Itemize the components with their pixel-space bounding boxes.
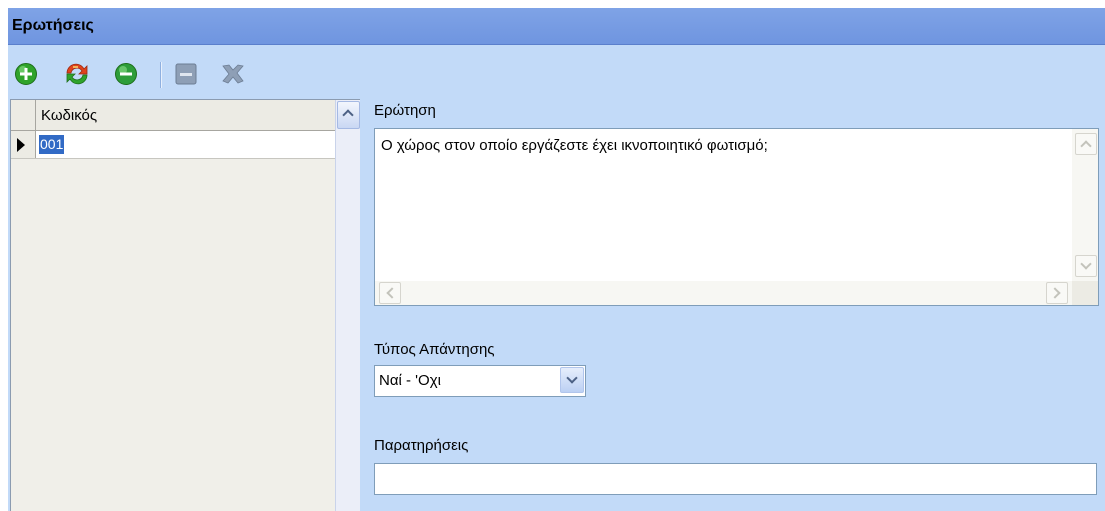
answer-type-select[interactable]: Ναί - 'Οχι [374,365,586,397]
remove-button[interactable] [114,62,138,86]
question-scroll-left-button[interactable] [379,282,401,304]
remove-icon [115,63,137,85]
answer-type-value: Ναί - 'Οχι [379,372,441,389]
notes-label: Παρατηρήσεις [374,437,469,454]
grid-vertical-scrollbar[interactable] [335,100,360,511]
scrollbar-corner [1072,281,1098,305]
grid-scroll-up-button[interactable] [337,101,360,129]
code-cell[interactable]: 001 [39,135,65,154]
save-button[interactable] [174,62,198,86]
questions-window: Ερωτήσεις Κωδικός 001 Ερώτηση Ο χώρος στ… [8,8,1105,511]
questions-grid: Κωδικός 001 [10,99,360,511]
window-title: Ερωτήσεις [12,17,94,34]
question-scroll-down-button[interactable] [1075,255,1097,277]
question-textarea[interactable]: Ο χώρος στον οποίο εργάζεστε έχει ικνοπο… [374,128,1099,306]
notes-input[interactable] [374,463,1097,495]
question-vertical-scrollbar[interactable] [1072,129,1098,281]
grid-header: Κωδικός [11,100,335,131]
question-text: Ο χώρος στον οποίο εργάζεστε έχει ικνοπο… [381,137,768,154]
refresh-icon [66,63,88,85]
add-icon [15,63,37,85]
current-row-arrow-icon [17,138,25,152]
refresh-button[interactable] [64,62,88,86]
toolbar-separator [160,62,162,88]
question-label: Ερώτηση [374,102,436,119]
add-button[interactable] [14,62,38,86]
cancel-button[interactable] [220,62,244,86]
question-horizontal-scrollbar[interactable] [375,281,1072,305]
grid-corner-cell [11,100,36,130]
row-indicator [11,131,36,158]
column-header-code[interactable]: Κωδικός [41,107,97,124]
table-row[interactable]: 001 [11,131,335,159]
cancel-icon [222,64,244,84]
save-icon [175,63,197,85]
question-scroll-up-button[interactable] [1075,133,1097,155]
title-bar: Ερωτήσεις [8,8,1105,45]
answer-type-label: Τύπος Απάντησης [374,341,495,358]
chevron-down-icon[interactable] [560,367,584,393]
toolbar [8,45,1105,101]
question-scroll-right-button[interactable] [1046,282,1068,304]
